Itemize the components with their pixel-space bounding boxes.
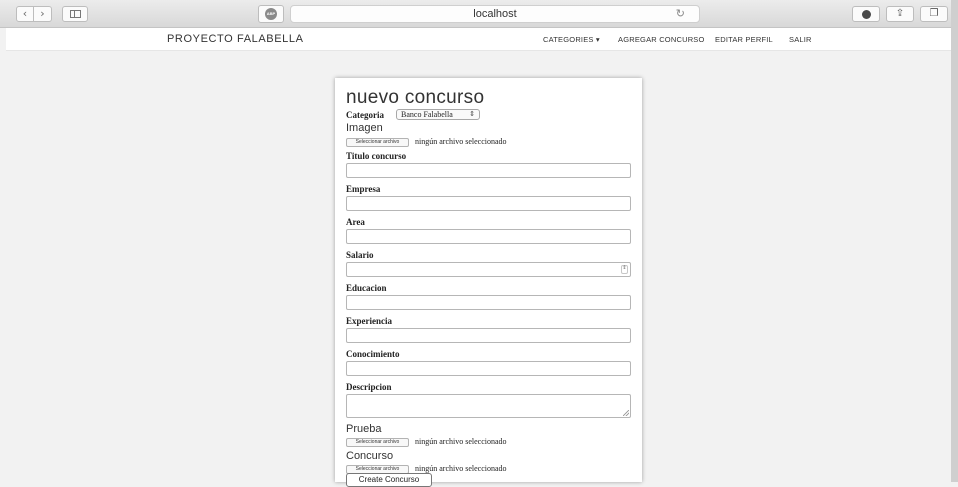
create-concurso-button[interactable]: Create Concurso <box>346 473 432 487</box>
empresa-label: Empresa <box>346 184 381 194</box>
share-button[interactable]: ⇪ <box>886 6 914 22</box>
address-text: localhost <box>473 8 517 20</box>
area-input[interactable] <box>346 229 631 244</box>
imagen-file-button[interactable]: Seleccionar archivo <box>346 138 409 147</box>
share-icon: ⇪ <box>895 8 905 19</box>
salario-input[interactable]: ⇕ <box>346 262 631 277</box>
nav-categories-dropdown[interactable]: CATEGORIES ▾ <box>543 35 600 44</box>
conocimiento-input[interactable] <box>346 361 631 376</box>
experiencia-label: Experiencia <box>346 316 392 326</box>
prueba-file-status: ningún archivo seleccionado <box>415 437 507 446</box>
sidebar-icon <box>70 10 81 18</box>
educacion-input[interactable] <box>346 295 631 310</box>
prueba-label: Prueba <box>346 423 382 435</box>
tabs-button[interactable]: ❐ <box>920 6 948 22</box>
titulo-label: Titulo concurso <box>346 151 407 161</box>
imagen-file-status: ningún archivo seleccionado <box>415 137 507 146</box>
page-title: nuevo concurso <box>346 87 485 108</box>
window-edge <box>951 0 958 482</box>
category-label: Categoria <box>346 110 384 120</box>
nav-editar-perfil[interactable]: EDITAR PERFIL <box>715 35 773 44</box>
sidebar-toggle-button[interactable] <box>62 6 88 22</box>
forward-button[interactable]: › <box>34 6 52 22</box>
back-button[interactable]: ‹ <box>16 6 34 22</box>
site-navbar: PROYECTO FALABELLA CATEGORIES ▾ AGREGAR … <box>6 28 951 51</box>
reload-icon[interactable]: ↻ <box>676 6 685 22</box>
browser-toolbar: ‹ › ABP localhost ↻ ⇪ ❐ <box>0 0 958 28</box>
nav-agregar-concurso[interactable]: AGREGAR CONCURSO <box>618 35 705 44</box>
address-bar[interactable]: localhost ↻ <box>290 5 700 23</box>
number-spinner-icon[interactable]: ⇕ <box>621 265 628 274</box>
experiencia-input[interactable] <box>346 328 631 343</box>
titulo-input[interactable] <box>346 163 631 178</box>
imagen-label: Imagen <box>346 122 383 134</box>
adblock-icon: ABP <box>265 8 277 20</box>
prueba-file-button[interactable]: Seleccionar archivo <box>346 438 409 447</box>
tabs-icon: ❐ <box>929 8 939 19</box>
nav-salir[interactable]: SALIR <box>789 35 812 44</box>
resize-handle-icon[interactable] <box>623 410 629 416</box>
descripcion-textarea[interactable] <box>346 394 631 418</box>
concurso-file-status: ningún archivo seleccionado <box>415 464 507 473</box>
adblock-button[interactable]: ABP <box>258 5 284 23</box>
category-select-value: Banco Falabella <box>401 110 453 119</box>
conocimiento-label: Conocimiento <box>346 349 400 359</box>
empresa-input[interactable] <box>346 196 631 211</box>
downloads-button[interactable] <box>852 6 880 22</box>
area-label: Area <box>346 217 365 227</box>
concurso-label: Concurso <box>346 450 394 462</box>
category-select[interactable]: Banco Falabella ⇕ <box>396 109 480 120</box>
educacion-label: Educacion <box>346 283 387 293</box>
download-icon <box>862 10 871 19</box>
descripcion-label: Descripcion <box>346 382 392 392</box>
brand-link[interactable]: PROYECTO FALABELLA <box>167 33 304 45</box>
form-card: nuevo concurso Categoria Banco Falabella… <box>335 78 642 487</box>
salario-label: Salario <box>346 250 374 260</box>
select-arrows-icon: ⇕ <box>469 110 475 118</box>
